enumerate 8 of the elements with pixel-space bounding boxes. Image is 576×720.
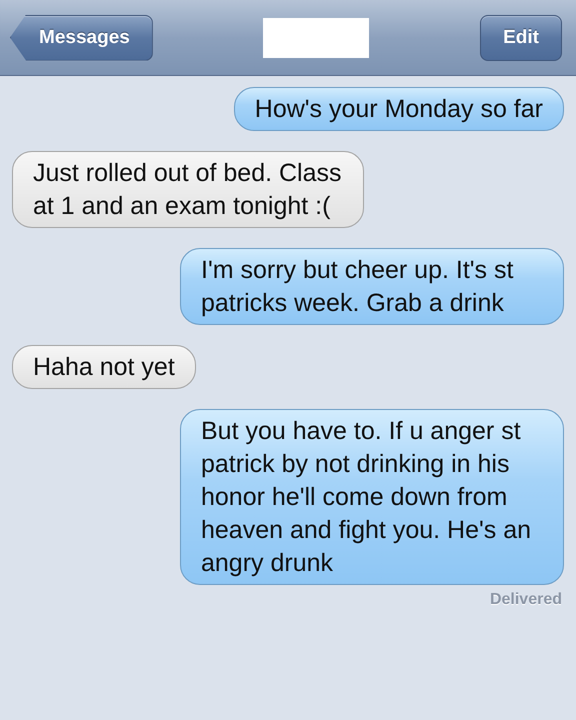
edit-button[interactable]: Edit — [480, 14, 562, 60]
sent-message-bubble: But you have to. If u anger st patrick by not drinking in his honor he'll come down from heaven and fight you. He's an angry drunk — [180, 409, 564, 585]
sent-message-bubble: How's your Monday so far — [234, 87, 564, 131]
received-message-bubble: Just rolled out of bed. Class at 1 and an exam tonight :( — [12, 151, 364, 228]
sent-message-bubble: I'm sorry but cheer up. It's st patricks week. Grab a drink — [180, 248, 564, 325]
delivered-status: Delivered — [490, 591, 562, 608]
received-message-bubble: Haha not yet — [12, 345, 196, 389]
back-button[interactable]: Messages — [10, 14, 153, 60]
